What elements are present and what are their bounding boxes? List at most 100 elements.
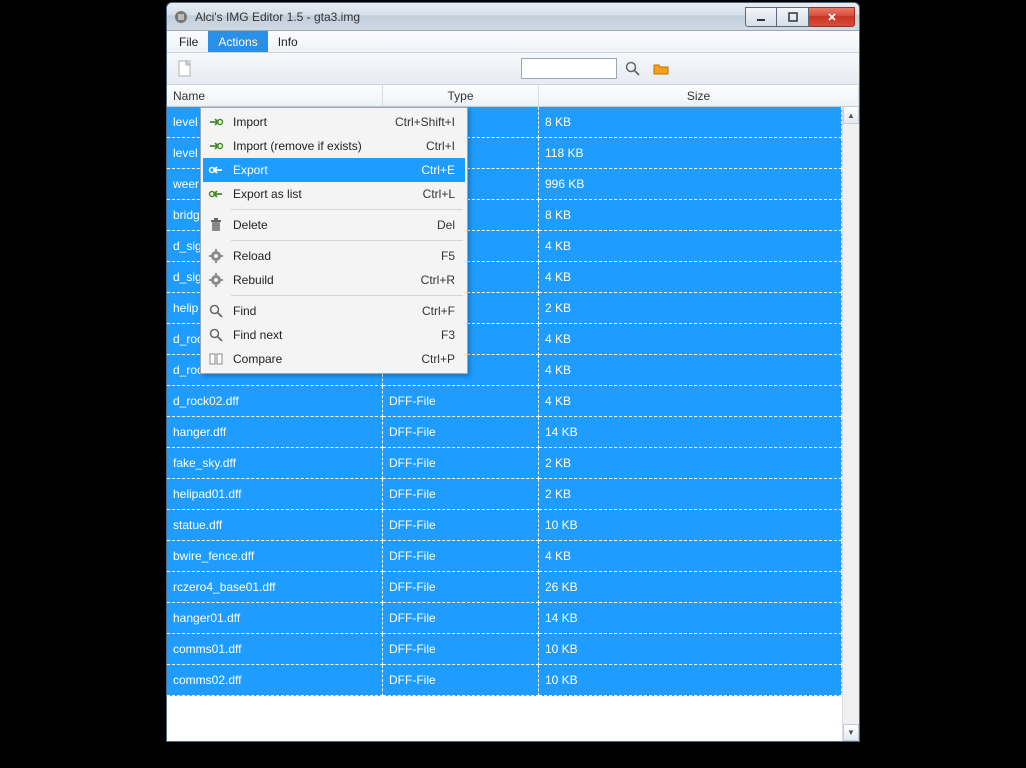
table-row[interactable]: d_rock02.dffDFF-File4 KB <box>167 386 842 417</box>
cell-name: fake_sky.dff <box>167 448 383 479</box>
compare-icon <box>207 350 225 368</box>
menu-item-label: Delete <box>233 218 429 232</box>
cell-size: 26 KB <box>539 572 842 603</box>
table-row[interactable]: rczero4_base01.dffDFF-File26 KB <box>167 572 842 603</box>
table-header: Name Type Size <box>167 85 859 107</box>
search-icon[interactable] <box>621 57 645 81</box>
menu-item-shortcut: Ctrl+L <box>423 187 461 201</box>
cell-size: 4 KB <box>539 324 842 355</box>
menu-item-shortcut: F5 <box>441 249 461 263</box>
cell-size: 4 KB <box>539 386 842 417</box>
cell-size: 2 KB <box>539 479 842 510</box>
cell-type: DFF-File <box>383 541 539 572</box>
cell-name: rczero4_base01.dff <box>167 572 383 603</box>
cell-size: 10 KB <box>539 665 842 696</box>
close-button[interactable] <box>809 7 855 27</box>
toolbar <box>167 53 859 85</box>
gear-icon <box>207 247 225 265</box>
cell-size: 4 KB <box>539 262 842 293</box>
table-row[interactable]: fake_sky.dffDFF-File2 KB <box>167 448 842 479</box>
menu-separator <box>231 209 463 210</box>
cell-type: DFF-File <box>383 386 539 417</box>
menu-item-shortcut: Ctrl+E <box>421 163 461 177</box>
menu-item-label: Compare <box>233 352 413 366</box>
cell-type: DFF-File <box>383 479 539 510</box>
cell-name: hanger01.dff <box>167 603 383 634</box>
cell-size: 996 KB <box>539 169 842 200</box>
cell-name: bwire_fence.dff <box>167 541 383 572</box>
cell-name: hanger.dff <box>167 417 383 448</box>
table-row[interactable]: comms01.dffDFF-File10 KB <box>167 634 842 665</box>
menu-item-shortcut: F3 <box>441 328 461 342</box>
actions-dropdown: ImportCtrl+Shift+IImport (remove if exis… <box>200 107 468 374</box>
cell-size: 14 KB <box>539 603 842 634</box>
table-row[interactable]: hanger01.dffDFF-File14 KB <box>167 603 842 634</box>
menu-item-find-next[interactable]: Find nextF3 <box>203 323 465 347</box>
cell-size: 4 KB <box>539 355 842 386</box>
menu-item-label: Export as list <box>233 187 415 201</box>
new-file-icon[interactable] <box>173 57 197 81</box>
vertical-scrollbar[interactable]: ▲ ▼ <box>842 107 859 741</box>
menu-file[interactable]: File <box>169 31 208 52</box>
menu-item-label: Export <box>233 163 413 177</box>
cell-size: 14 KB <box>539 417 842 448</box>
table-row[interactable]: bwire_fence.dffDFF-File4 KB <box>167 541 842 572</box>
column-type[interactable]: Type <box>383 85 539 106</box>
gear-icon <box>207 271 225 289</box>
menu-item-compare[interactable]: Compare Ctrl+P <box>203 347 465 371</box>
cell-type: DFF-File <box>383 634 539 665</box>
table-row[interactable]: statue.dffDFF-File10 KB <box>167 510 842 541</box>
table-row[interactable]: helipad01.dffDFF-File2 KB <box>167 479 842 510</box>
window-controls <box>745 7 855 27</box>
menu-item-import-remove-if-exists-[interactable]: Import (remove if exists)Ctrl+I <box>203 134 465 158</box>
minimize-button[interactable] <box>745 7 777 27</box>
cell-size: 10 KB <box>539 510 842 541</box>
magnifier-icon <box>207 302 225 320</box>
menu-separator <box>231 240 463 241</box>
folder-icon[interactable] <box>649 57 673 81</box>
menu-item-label: Find <box>233 304 414 318</box>
menu-item-shortcut: Ctrl+R <box>421 273 461 287</box>
menu-item-import[interactable]: ImportCtrl+Shift+I <box>203 110 465 134</box>
content-area: Name Type Size level8 KBlevel118 KBweer9… <box>167 85 859 741</box>
menu-item-export[interactable]: Export Ctrl+E <box>203 158 465 182</box>
menu-item-label: Rebuild <box>233 273 413 287</box>
cell-size: 4 KB <box>539 231 842 262</box>
scroll-down-icon[interactable]: ▼ <box>843 724 859 741</box>
menu-item-find[interactable]: Find Ctrl+F <box>203 299 465 323</box>
menu-item-shortcut: Ctrl+F <box>422 304 461 318</box>
menu-item-shortcut: Ctrl+P <box>421 352 461 366</box>
menu-item-label: Import <box>233 115 387 129</box>
cell-size: 8 KB <box>539 107 842 138</box>
cell-type: DFF-File <box>383 665 539 696</box>
app-icon <box>173 9 189 25</box>
cell-type: DFF-File <box>383 510 539 541</box>
column-size[interactable]: Size <box>539 85 859 106</box>
menu-info[interactable]: Info <box>268 31 308 52</box>
cell-name: comms01.dff <box>167 634 383 665</box>
menu-item-export-as-list[interactable]: Export as list Ctrl+L <box>203 182 465 206</box>
scroll-up-icon[interactable]: ▲ <box>843 107 859 124</box>
menu-item-shortcut: Ctrl+I <box>426 139 461 153</box>
magnifier-icon <box>207 326 225 344</box>
cell-size: 2 KB <box>539 448 842 479</box>
menu-item-label: Reload <box>233 249 433 263</box>
arrow-out-icon <box>207 185 225 203</box>
cell-name: helipad01.dff <box>167 479 383 510</box>
maximize-button[interactable] <box>777 7 809 27</box>
cell-size: 10 KB <box>539 634 842 665</box>
menu-item-delete[interactable]: Delete Del <box>203 213 465 237</box>
cell-size: 118 KB <box>539 138 842 169</box>
search-input[interactable] <box>521 58 617 79</box>
menu-item-rebuild[interactable]: Rebuild Ctrl+R <box>203 268 465 292</box>
table-row[interactable]: comms02.dffDFF-File10 KB <box>167 665 842 696</box>
cell-type: DFF-File <box>383 448 539 479</box>
menu-actions[interactable]: Actions <box>208 31 267 52</box>
column-name[interactable]: Name <box>167 85 383 106</box>
menu-item-reload[interactable]: Reload F5 <box>203 244 465 268</box>
window-title: Alci's IMG Editor 1.5 - gta3.img <box>195 10 745 24</box>
titlebar[interactable]: Alci's IMG Editor 1.5 - gta3.img <box>167 3 859 31</box>
cell-type: DFF-File <box>383 603 539 634</box>
table-row[interactable]: hanger.dffDFF-File14 KB <box>167 417 842 448</box>
menu-item-shortcut: Del <box>437 218 461 232</box>
